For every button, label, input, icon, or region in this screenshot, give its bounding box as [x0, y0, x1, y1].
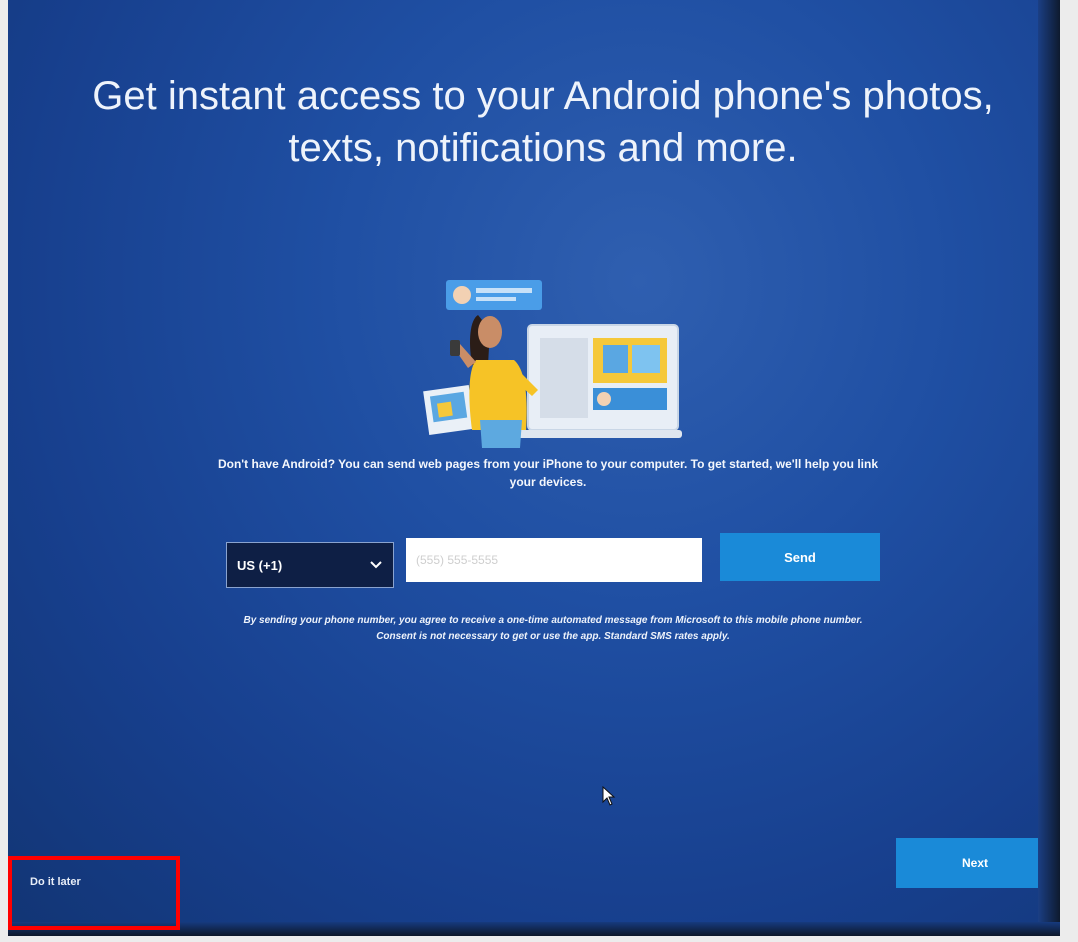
setup-screen: Get instant access to your Android phone…	[8, 0, 1060, 936]
chevron-down-icon	[370, 561, 382, 569]
mouse-cursor-icon	[602, 786, 616, 806]
country-code-select[interactable]: US (+1)	[226, 542, 394, 588]
consent-text: By sending your phone number, you agree …	[243, 615, 863, 642]
country-code-value: US (+1)	[237, 557, 283, 573]
phone-number-input[interactable]	[406, 538, 702, 582]
info-text: Don't have Android? You can send web pag…	[217, 457, 878, 489]
next-button[interactable]: Next	[896, 838, 1054, 888]
send-button[interactable]: Send	[720, 533, 880, 581]
screen-edge-right	[1038, 0, 1060, 936]
photo-frame: Get instant access to your Android phone…	[0, 0, 1078, 942]
do-it-later-link[interactable]: Do it later	[30, 876, 81, 888]
page-title: Get instant access to your Android phone…	[92, 74, 994, 170]
screen-edge-bottom	[8, 922, 1060, 936]
phone-link-illustration	[423, 280, 682, 448]
